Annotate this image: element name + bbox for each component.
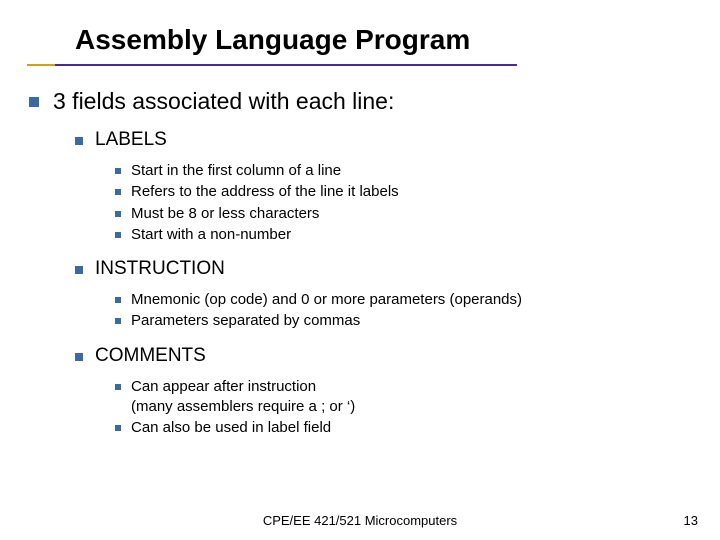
- square-bullet-icon: [115, 297, 121, 303]
- square-bullet-icon: [115, 318, 121, 324]
- section-heading: INSTRUCTION: [75, 258, 691, 280]
- list-item: Refers to the address of the line it lab…: [115, 182, 691, 202]
- heading-row: 3 fields associated with each line:: [29, 88, 691, 115]
- list-item: Start in the first column of a line: [115, 161, 691, 181]
- title-underline: [27, 64, 517, 66]
- list-item: Must be 8 or less characters: [115, 204, 691, 224]
- section-label: LABELS: [95, 129, 167, 151]
- content-area: 3 fields associated with each line: LABE…: [29, 88, 691, 439]
- slide-title: Assembly Language Program: [75, 24, 470, 56]
- square-bullet-icon: [115, 384, 121, 390]
- item-text: Can also be used in label field: [131, 418, 331, 438]
- slide: Assembly Language Program 3 fields assoc…: [0, 0, 720, 540]
- heading-text: 3 fields associated with each line:: [53, 88, 394, 115]
- square-bullet-icon: [115, 232, 121, 238]
- title-underline-accent: [27, 64, 55, 66]
- square-bullet-icon: [75, 137, 83, 145]
- item-text: Mnemonic (op code) and 0 or more paramet…: [131, 290, 522, 310]
- square-bullet-icon: [115, 211, 121, 217]
- list-item: Parameters separated by commas: [115, 311, 691, 331]
- sections-container: LABELS Start in the first column of a li…: [75, 129, 691, 438]
- page-number: 13: [684, 513, 698, 528]
- item-text: Parameters separated by commas: [131, 311, 360, 331]
- list-item: Start with a non-number: [115, 225, 691, 245]
- item-text: Can appear after instruction (many assem…: [131, 377, 355, 418]
- item-text: Refers to the address of the line it lab…: [131, 182, 399, 202]
- section-label: INSTRUCTION: [95, 258, 225, 280]
- list-item: Can also be used in label field: [115, 418, 691, 438]
- square-bullet-icon: [75, 266, 83, 274]
- section-label: COMMENTS: [95, 345, 206, 367]
- section-heading: COMMENTS: [75, 345, 691, 367]
- section-heading: LABELS: [75, 129, 691, 151]
- square-bullet-icon: [115, 425, 121, 431]
- square-bullet-icon: [115, 189, 121, 195]
- item-text: Must be 8 or less characters: [131, 204, 319, 224]
- square-bullet-icon: [115, 168, 121, 174]
- section-items: Start in the first column of a line Refe…: [115, 161, 691, 245]
- square-bullet-icon: [29, 97, 39, 107]
- list-item: Can appear after instruction (many assem…: [115, 377, 691, 418]
- section-items: Can appear after instruction (many assem…: [115, 377, 691, 439]
- item-text: Start with a non-number: [131, 225, 291, 245]
- item-text: Start in the first column of a line: [131, 161, 341, 181]
- list-item: Mnemonic (op code) and 0 or more paramet…: [115, 290, 691, 310]
- square-bullet-icon: [75, 353, 83, 361]
- footer-text: CPE/EE 421/521 Microcomputers: [0, 513, 720, 528]
- section-items: Mnemonic (op code) and 0 or more paramet…: [115, 290, 691, 332]
